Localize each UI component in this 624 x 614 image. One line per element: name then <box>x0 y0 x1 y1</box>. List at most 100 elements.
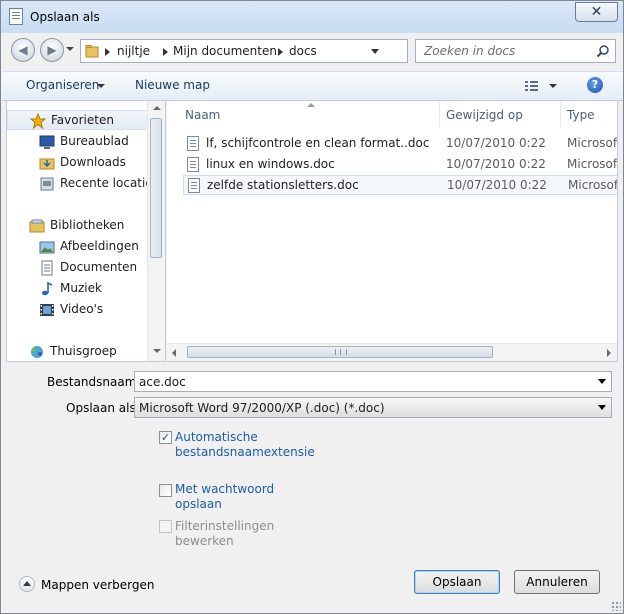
file-row-selected[interactable]: zelfde stationsletters.doc 10/07/2010 0:… <box>183 175 618 195</box>
nav-item-label: Bureaublad <box>60 134 129 148</box>
recent-places-icon <box>40 177 54 191</box>
grip-icon <box>335 349 347 355</box>
scroll-left-icon[interactable] <box>172 349 176 357</box>
column-header-label: Gewijzigd op <box>446 108 523 122</box>
label-line: Met wachtwoord <box>175 482 275 496</box>
nav-scrollbar[interactable] <box>147 101 165 361</box>
file-list-scrollbar[interactable] <box>167 343 617 361</box>
filename-label: Bestandsnaam: <box>47 375 141 389</box>
nav-item-label: Muziek <box>60 281 102 295</box>
organize-dropdown-icon[interactable] <box>97 84 105 88</box>
nav-item-label: Favorieten <box>51 113 114 127</box>
search-input[interactable]: Zoeken in docs <box>424 44 515 58</box>
file-name: zelfde stationsletters.doc <box>207 178 359 192</box>
filename-input[interactable]: ace.doc <box>139 375 186 389</box>
file-type: Microsoft <box>568 178 618 192</box>
file-list-scroll-thumb[interactable] <box>187 346 493 358</box>
auto-extension-label[interactable]: Automatische bestandsnaamextensie <box>175 430 315 460</box>
save-as-dialog: Opslaan als ✕ ◀ ▶ nijltje Mijn documente… <box>0 0 624 614</box>
filename-combo[interactable]: ace.doc <box>134 371 612 392</box>
file-name: lf, schijfcontrole en clean format..doc <box>206 136 430 150</box>
label-line: bewerken <box>175 534 234 548</box>
views-icon[interactable] <box>524 79 540 93</box>
document-app-icon <box>9 8 23 25</box>
chevron-down-icon[interactable] <box>598 379 606 384</box>
close-button[interactable]: ✕ <box>575 2 618 22</box>
back-button[interactable]: ◀ <box>11 38 35 62</box>
nav-item-downloads[interactable]: Downloads <box>7 153 151 173</box>
document-icon <box>187 136 199 151</box>
scroll-right-icon[interactable] <box>607 349 611 357</box>
search-icon[interactable] <box>596 44 610 58</box>
column-header-name[interactable]: Naam <box>167 101 439 127</box>
address-dropdown-icon[interactable] <box>371 49 379 54</box>
savetype-value: Microsoft Word 97/2000/XP (.doc) (*.doc) <box>139 401 385 415</box>
libraries-icon <box>29 219 45 233</box>
file-modified: 10/07/2010 0:22 <box>446 136 546 150</box>
label-line: bestandsnaamextensie <box>175 445 315 459</box>
file-type: Microsoft <box>567 157 618 171</box>
chevron-down-icon[interactable] <box>598 405 606 410</box>
star-icon <box>30 113 46 129</box>
file-list: Naam Gewijzigd op Type lf, schijfcontrol… <box>167 100 618 362</box>
hide-folders-button[interactable]: Mappen verbergen <box>41 578 155 592</box>
breadcrumb-separator-icon[interactable] <box>278 48 283 56</box>
nav-item-afbeeldingen[interactable]: Afbeeldingen <box>7 237 151 257</box>
password-label[interactable]: Met wachtwoord opslaan <box>175 482 274 512</box>
address-bar[interactable]: nijltje Mijn documenten docs <box>80 39 480 63</box>
recent-pages-dropdown[interactable] <box>66 47 74 51</box>
forward-button[interactable]: ▶ <box>40 38 64 62</box>
nav-item-thuisgroep[interactable]: Thuisgroep <box>7 342 151 361</box>
scroll-down-icon[interactable] <box>153 349 161 353</box>
password-checkbox[interactable] <box>159 484 172 497</box>
file-row[interactable]: linux en windows.doc 10/07/2010 0:22 Mic… <box>183 155 618 175</box>
nav-item-label: Documenten <box>60 260 138 274</box>
pictures-icon <box>39 241 55 254</box>
arrow-right-icon: ▶ <box>47 43 57 57</box>
music-icon <box>42 281 53 296</box>
resize-grip-icon[interactable] <box>611 601 621 611</box>
organize-button[interactable]: Organiseren <box>26 78 99 92</box>
label-line: opslaan <box>175 497 222 511</box>
hide-folders-icon[interactable] <box>19 576 35 592</box>
nav-item-videos[interactable]: Video's <box>7 300 151 320</box>
title-bar: Opslaan als ✕ <box>1 1 623 33</box>
file-row[interactable]: lf, schijfcontrole en clean format..doc … <box>183 134 618 154</box>
label-line: Automatische <box>175 430 258 444</box>
desktop-icon <box>39 135 55 149</box>
checkmark-icon: ✓ <box>160 431 171 444</box>
new-folder-button[interactable]: Nieuwe map <box>135 78 210 92</box>
breadcrumb-separator-icon[interactable] <box>105 48 110 56</box>
nav-item-favorieten[interactable]: Favorieten <box>7 110 151 130</box>
column-header-modified[interactable]: Gewijzigd op <box>440 101 560 127</box>
scroll-up-icon[interactable] <box>153 106 161 110</box>
help-icon[interactable]: ? <box>587 77 603 93</box>
save-button[interactable]: Opslaan <box>414 570 500 594</box>
filter-settings-checkbox <box>159 520 172 533</box>
breadcrumb-separator-icon[interactable] <box>163 48 168 56</box>
nav-item-label: Thuisgroep <box>50 344 117 358</box>
column-header-type[interactable]: Type <box>561 101 617 127</box>
nav-scroll-thumb[interactable] <box>150 118 162 258</box>
downloads-folder-icon <box>39 158 55 170</box>
videos-icon <box>40 304 54 316</box>
breadcrumb-mijn-documenten[interactable]: Mijn documenten <box>173 44 277 58</box>
savetype-label: Opslaan als: <box>66 401 140 415</box>
views-dropdown-icon[interactable] <box>549 84 557 88</box>
nav-item-documenten[interactable]: Documenten <box>7 258 151 278</box>
document-icon <box>187 157 199 172</box>
cancel-button[interactable]: Annuleren <box>514 570 600 594</box>
nav-item-bureaublad[interactable]: Bureaublad <box>7 132 151 152</box>
nav-item-label: Downloads <box>60 155 126 169</box>
savetype-select[interactable]: Microsoft Word 97/2000/XP (.doc) (*.doc) <box>134 397 612 418</box>
nav-item-bibliotheken[interactable]: Bibliotheken <box>7 216 151 236</box>
file-type: Microsoft <box>567 136 618 150</box>
breadcrumb-docs[interactable]: docs <box>289 44 317 58</box>
command-toolbar: Organiseren Nieuwe map ? <box>2 71 623 101</box>
auto-extension-checkbox[interactable]: ✓ <box>159 431 172 444</box>
column-header-label: Type <box>567 108 595 122</box>
nav-item-muziek[interactable]: Muziek <box>7 279 151 299</box>
nav-item-recente-locaties[interactable]: Recente locaties <box>7 174 159 194</box>
breadcrumb-nijltje[interactable]: nijltje <box>117 44 150 58</box>
search-box[interactable]: Zoeken in docs <box>415 39 616 63</box>
